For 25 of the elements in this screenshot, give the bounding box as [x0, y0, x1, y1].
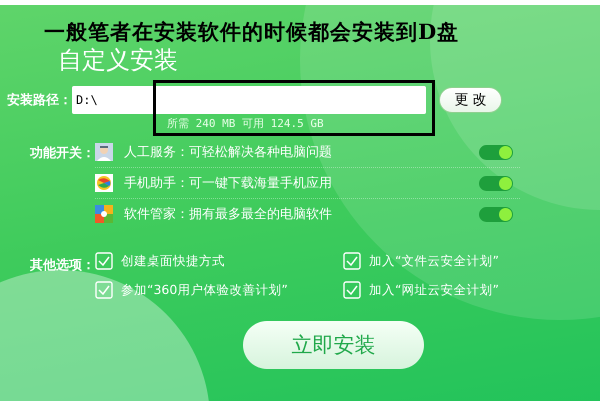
grid-icon: [95, 205, 113, 223]
change-button[interactable]: 更 改: [439, 87, 502, 113]
option-label: 参加“360用户体验改善计划”: [121, 282, 288, 298]
option-label: 加入“文件云安全计划”: [369, 252, 499, 270]
feature-text: 软件管家：拥有最多最全的电脑软件: [124, 206, 333, 223]
toggle-switch[interactable]: [479, 144, 513, 160]
field-label: 安装路径：: [6, 92, 72, 109]
checkbox[interactable]: [343, 281, 361, 299]
option-label: 创建桌面快捷方式: [121, 252, 225, 270]
feature-text: 手机助手：可一键下载海量手机应用: [124, 175, 333, 192]
feature-text: 人工服务：可轻松解决各种电脑问题: [124, 144, 333, 161]
toggle-switch[interactable]: [479, 206, 513, 222]
window-title: 自定义安装: [58, 45, 179, 75]
option-label: 加入“网址云安全计划”: [369, 282, 499, 298]
ball-icon: [95, 174, 113, 192]
path-field[interactable]: D:\: [72, 86, 426, 114]
section-label: 其他选项：: [29, 257, 95, 275]
annotation-text: 一般笔者在安装软件的时候都会安装到D盘: [44, 19, 460, 45]
checkbox[interactable]: [343, 252, 361, 270]
section-label: 功能开关：: [28, 144, 95, 163]
space-info: 所需 240 MB 可用 124.5 GB: [167, 117, 325, 131]
checkbox[interactable]: [95, 281, 113, 299]
person-icon: [95, 143, 113, 161]
toggle-switch[interactable]: [479, 176, 513, 190]
checkbox[interactable]: [95, 252, 113, 270]
